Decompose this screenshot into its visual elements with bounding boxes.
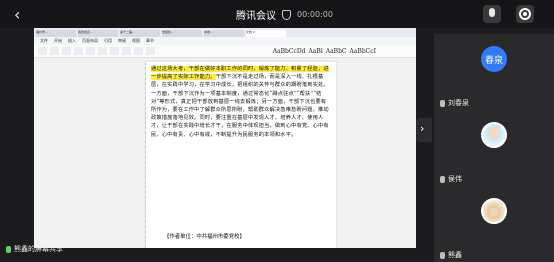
toolbar-button: [134, 47, 143, 55]
mic-muted-icon: [440, 175, 445, 183]
app-title: 腾讯会议: [236, 11, 276, 22]
doc-tab: 福州市...: [36, 30, 76, 37]
participant-tile[interactable]: 春泉 刘春泉: [434, 34, 554, 110]
margin-guide: [139, 62, 146, 248]
shared-screen: 福州市... 我的会议... 第十二届... 党组织... 本地... 文档 2…: [34, 28, 416, 248]
doc-tab: 本地...: [204, 30, 244, 37]
menu-item: 开始: [54, 38, 62, 43]
doc-tab: 我的会议...: [78, 30, 118, 37]
document-page: 通过这场大考，干部在做好本职工作的同时，锻炼了能力、积累了经验，进一步提高了实际…: [146, 62, 336, 248]
toolbar-button: [86, 47, 95, 55]
doc-tab: 第十二届...: [120, 30, 160, 37]
toolbar-button: [74, 47, 83, 55]
participant-tile[interactable]: 熊鑫: [434, 186, 554, 262]
doc-tab: 党组织...: [162, 30, 202, 37]
toolbar-button: [110, 47, 119, 55]
avatar: [481, 122, 507, 148]
meeting-title: 腾讯会议 00:00:00: [236, 7, 333, 22]
participant-name-text: 刘春泉: [448, 99, 469, 107]
mic-active-icon: [6, 245, 11, 253]
document-tabs: 福州市... 我的会议... 第十二届... 党组织... 本地... 文档 2: [34, 28, 416, 37]
collapse-sidebar-button[interactable]: ›: [416, 118, 432, 142]
style-gallery: AaBbCcDd AaBl AaBbC AaBbCcI: [273, 48, 376, 55]
menu-item: 审阅: [118, 38, 126, 43]
presenter-label: 熊鑫的屏幕共享: [6, 244, 63, 254]
toolbar-button: [50, 47, 59, 55]
avatar: [481, 198, 507, 224]
style-sample: AaBbCcDd: [272, 47, 306, 55]
ribbon-toolbar: AaBbCcDd AaBl AaBbC AaBbCcI: [34, 45, 416, 58]
menu-item: 引用: [104, 38, 112, 43]
style-sample: AaBl: [308, 47, 323, 55]
avatar: 春泉: [481, 46, 507, 72]
security-shield-icon[interactable]: [282, 9, 291, 20]
body-text: 干部下沉不是走过场，而是深入一线、扎根基层，在实践中学习，在学习中成长，把组织的…: [151, 74, 329, 138]
menu-item: 页面布局: [82, 38, 98, 43]
participant-name: 熊鑫: [440, 250, 462, 260]
mic-muted-icon: [440, 251, 445, 259]
menu-item: 视图: [132, 38, 140, 43]
mic-muted-icon: [440, 99, 445, 107]
document-paragraph: 通过这场大考，干部在做好本职工作的同时，锻炼了能力、积累了经验，进一步提高了实际…: [151, 65, 331, 139]
document-canvas: 通过这场大考，干部在做好本职工作的同时，锻炼了能力、积累了经验，进一步提高了实际…: [34, 62, 416, 248]
participant-name: 侯伟: [440, 174, 462, 184]
participant-name-text: 侯伟: [448, 175, 462, 183]
author-signoff: 【作者单位：中共福州市委党校】: [164, 234, 245, 240]
toolbar-button: [98, 47, 107, 55]
menu-item: 章节: [146, 38, 154, 43]
mic-icon[interactable]: [483, 5, 501, 23]
participant-tile[interactable]: 侯伟: [434, 110, 554, 186]
menu-bar: 文件 开始 插入 页面布局 引用 审阅 视图 章节: [34, 37, 416, 45]
toolbar-button: [38, 47, 47, 55]
style-sample: AaBbCcI: [349, 47, 376, 55]
participant-name: 刘春泉: [440, 98, 469, 108]
toolbar-button: [146, 47, 155, 55]
chevron-right-icon: ›: [420, 122, 425, 135]
toolbar-button: [122, 47, 131, 55]
presenter-name: 熊鑫的屏幕共享: [14, 245, 63, 253]
participant-name-text: 熊鑫: [448, 251, 462, 259]
menu-item: 插入: [68, 38, 76, 43]
style-sample: AaBbC: [325, 47, 347, 55]
meeting-timer: 00:00:00: [297, 10, 333, 19]
menu-item: 文件: [40, 38, 48, 43]
toolbar-button: [62, 47, 71, 55]
back-icon[interactable]: ‹: [14, 5, 20, 24]
record-icon[interactable]: [516, 5, 534, 23]
doc-tab-active: 文档 2: [246, 30, 286, 37]
top-bar: ‹ 腾讯会议 00:00:00: [0, 0, 554, 28]
